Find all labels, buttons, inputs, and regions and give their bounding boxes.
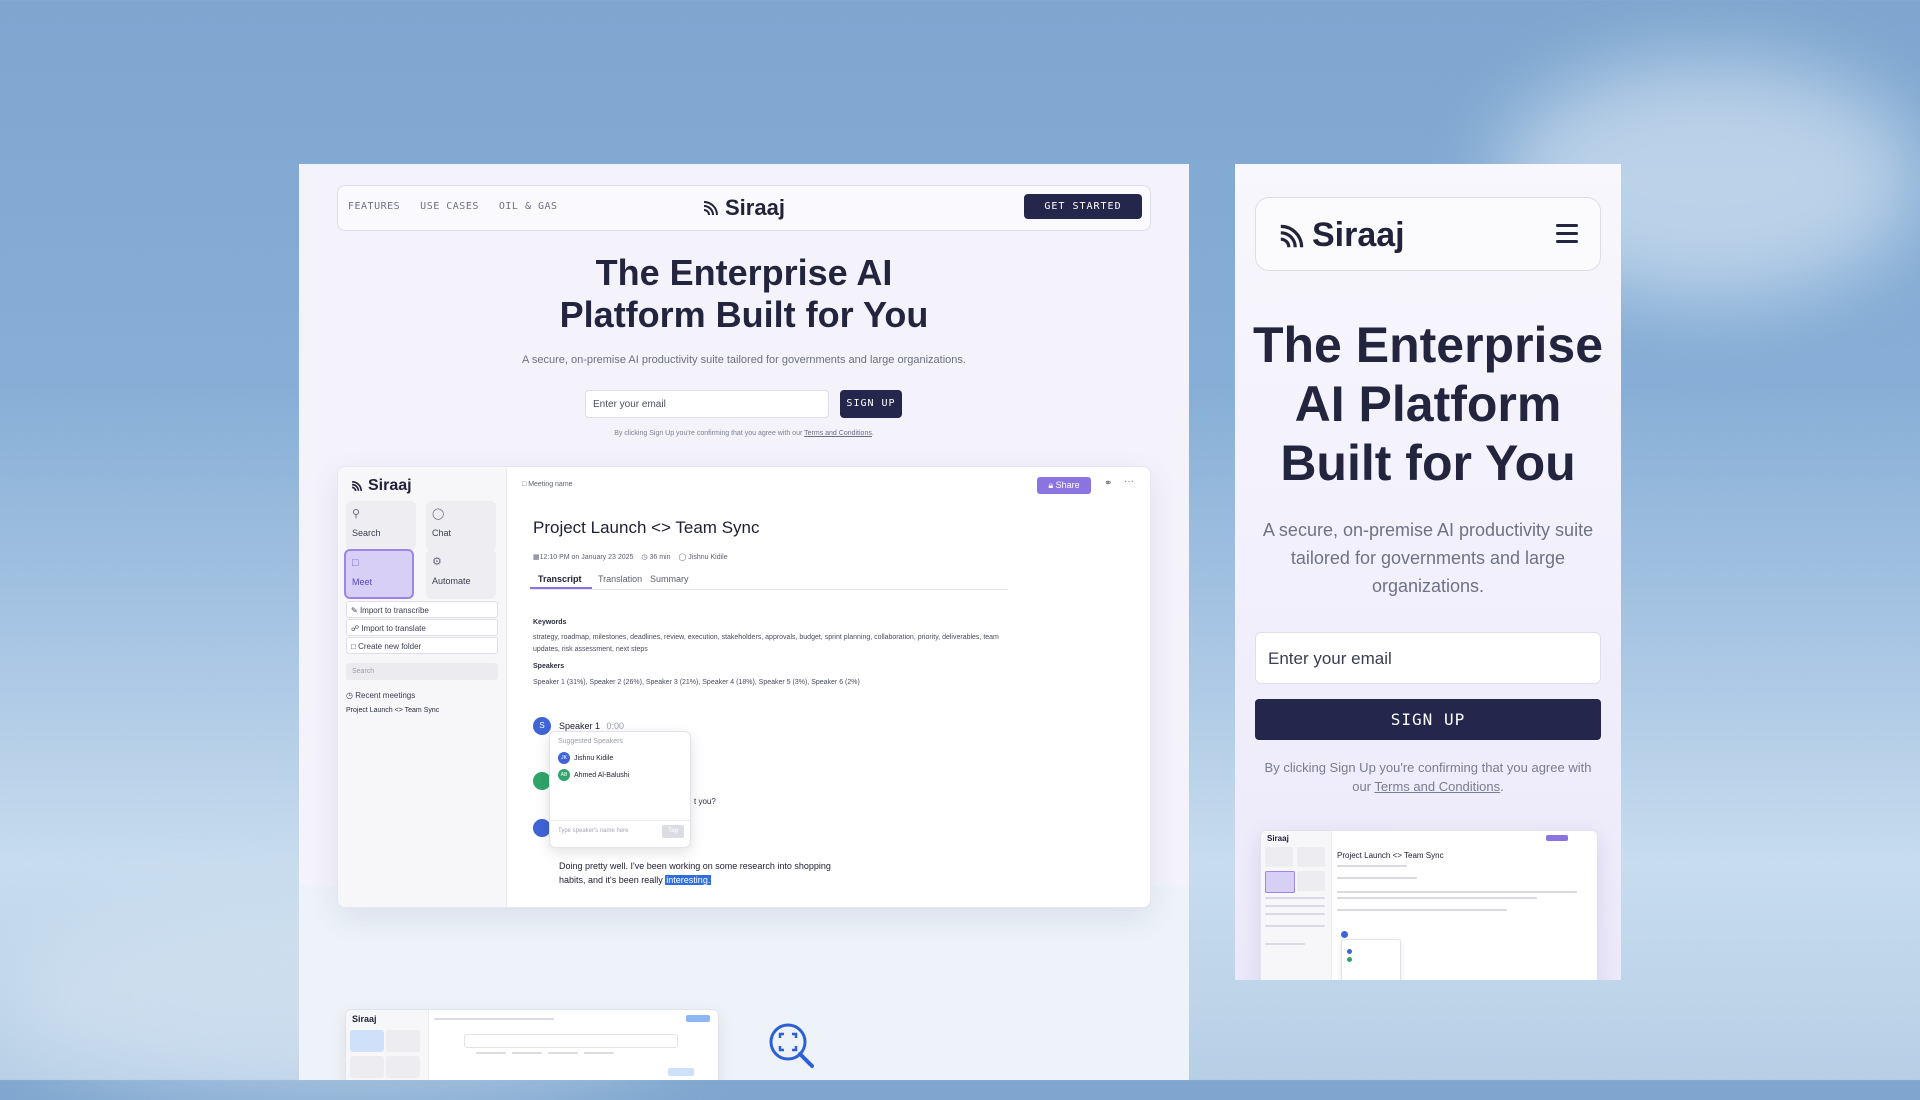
meeting-title: Project Launch <> Team Sync: [533, 518, 760, 537]
tab-transcript[interactable]: Transcript: [538, 574, 582, 584]
hero-title: The Enterprise AI Platform Built for You: [299, 252, 1189, 336]
import-transcribe-button[interactable]: ✎ Import to transcribe: [346, 601, 498, 618]
nav-link-oil-gas[interactable]: OIL & GAS: [499, 201, 558, 212]
signal-icon: [351, 480, 363, 492]
mobile-hero-title: The Enterprise AI Platform Built for You: [1235, 316, 1621, 493]
mobile-preview: Siraaj The Enterprise AI Platform Built …: [1235, 164, 1621, 980]
nav-link-features[interactable]: FEATURES: [348, 201, 400, 212]
siraaj-logo[interactable]: Siraaj: [1276, 216, 1405, 255]
clock-icon: ◷: [641, 554, 648, 561]
keywords-heading: Keywords: [533, 619, 567, 626]
mobile-nav: Siraaj: [1255, 197, 1601, 271]
thumbnail-logo: Siraaj: [352, 1014, 377, 1024]
meeting-meta: ▦12:10 PM on January 23 2025 ◷ 36 min ◯ …: [533, 553, 728, 561]
active-tab-indicator: [530, 587, 592, 589]
recent-meeting-item[interactable]: Project Launch <> Team Sync: [346, 707, 439, 714]
tag-button[interactable]: Tag: [662, 825, 684, 838]
mobile-title-line-1: The Enterprise: [1252, 317, 1604, 373]
link-icon[interactable]: ⚭: [1104, 478, 1112, 489]
tile-chat[interactable]: ◯ Chat: [426, 501, 496, 551]
edit-icon: ✎: [351, 606, 358, 615]
email-input[interactable]: Enter your email: [585, 390, 829, 418]
more-icon[interactable]: ···: [1124, 476, 1134, 487]
tile-search[interactable]: ⚲ Search: [346, 501, 416, 551]
tile-meet[interactable]: □ Meet: [344, 549, 414, 599]
popup-heading: Suggested Speakers: [558, 738, 623, 745]
app-main: □ Meeting name 🔒︎ Share ⚭ ··· Project La…: [516, 467, 1146, 907]
tab-summary[interactable]: Summary: [650, 574, 689, 584]
meeting-duration: ◷ 36 min: [641, 554, 671, 561]
share-button[interactable]: 🔒︎ Share: [1037, 477, 1091, 494]
translate-icon: ☍: [351, 624, 360, 633]
mobile-hero-subtitle: A secure, on-premise AI productivity sui…: [1262, 520, 1594, 596]
video-icon: □: [352, 557, 359, 569]
hero-title-line-2: Platform Built for You: [559, 294, 929, 335]
sidebar-search-input[interactable]: Search: [346, 663, 498, 680]
user-icon: ◯: [678, 554, 687, 561]
suggested-speaker-item[interactable]: AB Ahmed Al-Balushi: [558, 769, 629, 781]
mobile-signup-button[interactable]: SIGN UP: [1255, 699, 1601, 740]
mobile-consent-text: By clicking Sign Up you're confirming th…: [1264, 760, 1592, 794]
search-icon: ⚲: [352, 508, 361, 520]
get-started-button[interactable]: GET STARTED: [1024, 194, 1142, 219]
mobile-app-thumbnail: Siraaj Project Launch <> Team Sync: [1260, 830, 1598, 980]
speakers-heading: Speakers: [533, 663, 565, 670]
speaker-name[interactable]: Speaker 1 0:00: [559, 721, 624, 731]
mobile-email-input[interactable]: Enter your email: [1255, 632, 1601, 684]
thumbnail-logo: Siraaj: [1267, 834, 1289, 843]
meeting-owner: ◯ Jishnu Kidile: [678, 554, 728, 561]
terms-link[interactable]: Terms and Conditions: [804, 430, 872, 437]
recent-meetings-heading: ◷ Recent meetings: [346, 691, 416, 700]
calendar-icon: ▦: [533, 554, 540, 561]
automate-icon: ⚙: [432, 556, 442, 568]
app-screenshot: Siraaj ⚲ Search ◯ Chat □ Meet ⚙ Automate ✎ I…: [337, 466, 1151, 908]
mobile-terms-link[interactable]: Terms and Conditions: [1374, 779, 1500, 794]
transcript-text: Doing pretty well. I've been working on …: [559, 861, 831, 885]
meeting-tabs: Transcript Translation Summary: [530, 569, 1008, 590]
keywords-text: strategy, roadmap, milestones, deadlines…: [533, 634, 999, 653]
lock-icon: 🔒︎: [1048, 480, 1054, 490]
suggested-speakers-popup: Suggested Speakers JK Jishnu Kidile AB Ahm…: [549, 731, 691, 848]
search-app-thumbnail: Siraaj: [345, 1009, 719, 1080]
top-nav: FEATURES USE CASES OIL & GAS Siraaj GET …: [337, 185, 1151, 231]
hamburger-menu-icon[interactable]: [1556, 224, 1578, 248]
speakers-text: Speaker 1 (31%), Speaker 2 (26%), Speake…: [533, 679, 860, 686]
clock-icon: ◷: [346, 691, 353, 700]
meeting-name-label: □ Meeting name: [522, 481, 573, 488]
text-selection: interesting.: [665, 875, 712, 885]
tab-translation[interactable]: Translation: [598, 574, 642, 584]
video-icon: □: [522, 481, 527, 488]
app-logo: Siraaj: [350, 477, 412, 495]
search-scan-icon: [769, 1023, 814, 1068]
logo-text: Siraaj: [725, 195, 785, 220]
folder-icon: □: [351, 642, 356, 651]
hero-title-line-1: The Enterprise AI: [595, 252, 893, 293]
meeting-time: ▦12:10 PM on January 23 2025: [533, 554, 634, 561]
consent-text: By clicking Sign Up you're confirming th…: [614, 430, 874, 437]
speaker-name-input[interactable]: Type speaker's name here: [558, 828, 629, 834]
tile-automate[interactable]: ⚙ Automate: [426, 549, 496, 599]
signal-icon: [1280, 224, 1304, 247]
siraaj-logo[interactable]: Siraaj: [701, 195, 785, 221]
app-sidebar: Siraaj ⚲ Search ◯ Chat □ Meet ⚙ Automate ✎ I…: [338, 467, 507, 907]
create-folder-button[interactable]: □ Create new folder: [346, 637, 498, 654]
suggested-speaker-item[interactable]: JK Jishnu Kidile: [558, 752, 613, 764]
import-translate-button[interactable]: ☍ Import to translate: [346, 619, 498, 636]
speaker-avatar: S: [533, 717, 551, 735]
thumbnail-meeting-title: Project Launch <> Team Sync: [1337, 851, 1444, 860]
mobile-title-line-2: AI Platform: [1294, 376, 1562, 432]
signal-icon: [703, 201, 718, 216]
desktop-preview: FEATURES USE CASES OIL & GAS Siraaj GET …: [299, 164, 1189, 1080]
transcript-fragment: t you?: [694, 797, 716, 806]
signup-button[interactable]: SIGN UP: [840, 390, 902, 418]
hero-subtitle: A secure, on-premise AI productivity sui…: [522, 354, 966, 366]
divider: [550, 820, 690, 821]
mobile-title-line-3: Built for You: [1280, 435, 1576, 491]
chat-icon: ◯: [432, 508, 445, 520]
nav-link-use-cases[interactable]: USE CASES: [420, 201, 479, 212]
